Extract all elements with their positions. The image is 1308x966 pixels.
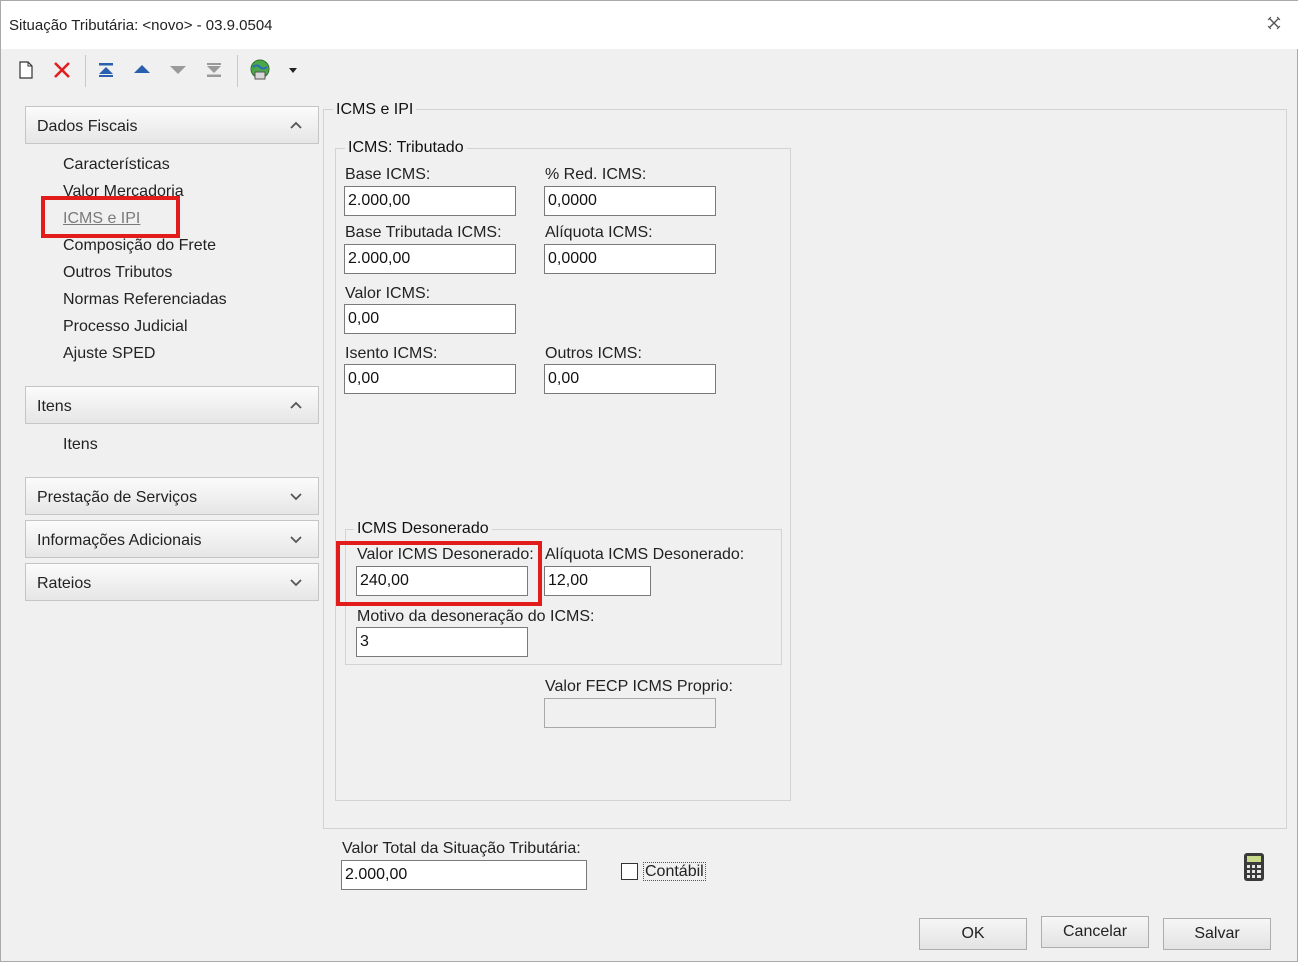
isento-icms-field[interactable]: 0,00 xyxy=(344,364,516,394)
group-label: Dados Fiscais xyxy=(37,118,138,135)
background-window-edge xyxy=(1300,0,1308,966)
ok-button[interactable]: OK xyxy=(919,918,1027,950)
group-rateios[interactable]: Rateios xyxy=(25,563,319,601)
sidebar-item-caracteristicas[interactable]: Características xyxy=(63,156,170,174)
window-title: Situação Tributária: <novo> - 03.9.0504 xyxy=(9,17,273,34)
contabil-checkbox[interactable] xyxy=(621,863,638,880)
red-icms-field[interactable]: 0,0000 xyxy=(544,186,716,216)
group-dados-fiscais[interactable]: Dados Fiscais xyxy=(25,106,319,144)
cancel-button[interactable]: Cancelar xyxy=(1041,916,1149,948)
highlight-box xyxy=(41,196,180,238)
first-record-icon[interactable] xyxy=(93,57,119,83)
motivo-desoneracao-field[interactable]: 3 xyxy=(356,627,528,657)
total-label: Valor Total da Situação Tributária: xyxy=(342,840,581,857)
sidebar-item-itens[interactable]: Itens xyxy=(63,436,98,454)
chevron-down-icon xyxy=(290,579,302,587)
new-document-icon[interactable] xyxy=(13,57,39,83)
delete-icon[interactable] xyxy=(49,57,75,83)
toolbar xyxy=(11,53,331,89)
base-icms-field[interactable]: 2.000,00 xyxy=(344,186,516,216)
group-label: Prestação de Serviços xyxy=(37,489,198,506)
aliquota-icms-label: Alíquota ICMS: xyxy=(545,224,653,241)
previous-record-icon[interactable] xyxy=(129,57,155,83)
calculator-icon[interactable] xyxy=(1241,852,1267,882)
chevron-down-icon xyxy=(290,536,302,544)
highlight-box xyxy=(336,541,542,606)
section-title: ICMS e IPI xyxy=(333,101,417,119)
chevron-up-icon xyxy=(290,401,302,409)
base-tributada-label: Base Tributada ICMS: xyxy=(345,224,502,241)
chevron-up-icon xyxy=(290,121,302,129)
sidebar-item-normas[interactable]: Normas Referenciadas xyxy=(63,291,227,309)
dropdown-arrow-icon[interactable] xyxy=(285,57,301,83)
aliquota-desonerado-field[interactable]: 12,00 xyxy=(544,566,651,596)
outros-icms-label: Outros ICMS: xyxy=(545,345,642,362)
group-prestacao-servicos[interactable]: Prestação de Serviços xyxy=(25,477,319,515)
motivo-desoneracao-label: Motivo da desoneração do ICMS: xyxy=(357,608,595,625)
fecp-label: Valor FECP ICMS Proprio: xyxy=(545,678,733,695)
total-field[interactable]: 2.000,00 xyxy=(341,860,587,890)
dialog-window: Situação Tributária: <novo> - 03.9.0504 xyxy=(0,0,1299,962)
desonerado-legend: ICMS Desonerado xyxy=(354,520,492,538)
next-record-icon[interactable] xyxy=(165,57,191,83)
toolbar-separator xyxy=(237,55,238,87)
base-icms-label: Base ICMS: xyxy=(345,166,431,183)
valor-icms-field[interactable]: 0,00 xyxy=(344,304,516,334)
group-label: Informações Adicionais xyxy=(37,532,202,549)
save-button[interactable]: Salvar xyxy=(1163,918,1271,950)
red-icms-label: % Red. ICMS: xyxy=(545,166,647,183)
sidebar-item-outros-tributos[interactable]: Outros Tributos xyxy=(63,264,172,282)
close-icon[interactable] xyxy=(1263,15,1285,37)
outros-icms-field[interactable]: 0,00 xyxy=(544,364,716,394)
sidebar-item-processo-judicial[interactable]: Processo Judicial xyxy=(63,318,188,336)
contabil-label[interactable]: Contábil xyxy=(643,862,706,881)
title-bar: Situação Tributária: <novo> - 03.9.0504 xyxy=(1,1,1299,49)
valor-icms-label: Valor ICMS: xyxy=(345,285,431,302)
group-label: Rateios xyxy=(37,575,92,592)
aliquota-desonerado-label: Alíquota ICMS Desonerado: xyxy=(545,546,745,563)
base-tributada-field[interactable]: 2.000,00 xyxy=(344,244,516,274)
last-record-icon[interactable] xyxy=(201,57,227,83)
group-itens[interactable]: Itens xyxy=(25,386,319,424)
sidebar-item-composicao-frete[interactable]: Composição do Frete xyxy=(63,237,216,255)
chevron-down-icon xyxy=(290,493,302,501)
aliquota-icms-field[interactable]: 0,0000 xyxy=(544,244,716,274)
group-informacoes-adicionais[interactable]: Informações Adicionais xyxy=(25,520,319,558)
sidebar-item-ajuste-sped[interactable]: Ajuste SPED xyxy=(63,345,155,363)
toolbar-separator xyxy=(85,55,86,87)
fecp-field[interactable] xyxy=(544,698,716,728)
globe-print-icon[interactable] xyxy=(247,57,273,83)
group-label: Itens xyxy=(37,398,72,415)
tributado-legend: ICMS: Tributado xyxy=(345,139,467,157)
isento-icms-label: Isento ICMS: xyxy=(345,345,438,362)
